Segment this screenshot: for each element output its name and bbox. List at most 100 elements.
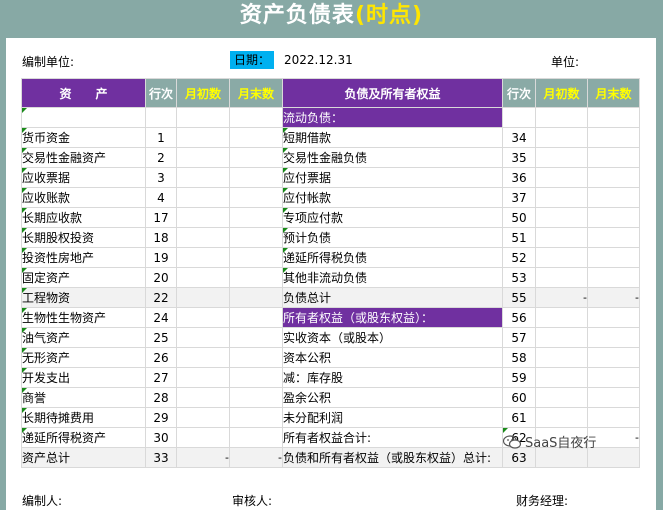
grand-total-label[interactable]: 负债和所有者权益（或股东权益）总计: (282, 447, 503, 468)
asset-name[interactable]: 油气资产 (21, 327, 146, 348)
liab-row-no[interactable]: 61 (502, 407, 536, 428)
liab-name[interactable]: 盈余公积 (282, 387, 503, 408)
liab-end[interactable] (587, 407, 640, 428)
asset-name[interactable]: 无形资产 (21, 347, 146, 368)
liab-row-no[interactable]: 53 (502, 267, 536, 288)
asset-name[interactable]: 投资性房地产 (21, 247, 146, 268)
asset-begin[interactable] (176, 407, 230, 428)
asset-row-no[interactable]: 29 (145, 407, 177, 428)
liab-end[interactable] (587, 167, 640, 188)
asset-end[interactable] (229, 287, 283, 308)
liab-begin[interactable] (535, 247, 588, 268)
asset-name[interactable]: 长期股权投资 (21, 227, 146, 248)
asset-begin[interactable] (176, 307, 230, 328)
liab-begin[interactable] (535, 107, 588, 128)
asset-begin[interactable] (176, 367, 230, 388)
asset-name[interactable]: 工程物资 (21, 287, 146, 308)
asset-end[interactable] (229, 367, 283, 388)
asset-total-begin[interactable]: - (176, 447, 230, 468)
liab-end[interactable] (587, 127, 640, 148)
asset-name[interactable]: 长期待摊费用 (21, 407, 146, 428)
asset-begin[interactable] (176, 227, 230, 248)
asset-end[interactable] (229, 127, 283, 148)
liab-row-no[interactable]: 51 (502, 227, 536, 248)
liab-name[interactable]: 其他非流动负债 (282, 267, 503, 288)
liab-end[interactable] (587, 227, 640, 248)
asset-begin[interactable] (176, 247, 230, 268)
liab-name[interactable]: 实收资本（或股本） (282, 327, 503, 348)
asset-name[interactable]: 递延所得税资产 (21, 427, 146, 448)
liab-begin[interactable] (535, 387, 588, 408)
asset-name[interactable] (21, 107, 146, 128)
asset-end[interactable] (229, 187, 283, 208)
asset-row-no[interactable]: 19 (145, 247, 177, 268)
liab-name[interactable]: 未分配利润 (282, 407, 503, 428)
liab-begin[interactable] (535, 187, 588, 208)
asset-total-label[interactable]: 资产总计 (21, 447, 146, 468)
asset-row-no[interactable]: 2 (145, 147, 177, 168)
liab-end[interactable] (587, 367, 640, 388)
asset-name[interactable]: 固定资产 (21, 267, 146, 288)
asset-begin[interactable] (176, 207, 230, 228)
asset-end[interactable] (229, 267, 283, 288)
asset-begin[interactable] (176, 187, 230, 208)
asset-name[interactable]: 应收票据 (21, 167, 146, 188)
asset-end[interactable] (229, 347, 283, 368)
liab-row-no[interactable] (502, 107, 536, 128)
asset-row-no[interactable]: 27 (145, 367, 177, 388)
liab-name[interactable]: 递延所得税负债 (282, 247, 503, 268)
asset-row-no[interactable]: 18 (145, 227, 177, 248)
liab-begin[interactable] (535, 347, 588, 368)
asset-begin[interactable] (176, 327, 230, 348)
asset-name[interactable]: 商誉 (21, 387, 146, 408)
asset-row-no[interactable]: 30 (145, 427, 177, 448)
liab-row-no[interactable]: 58 (502, 347, 536, 368)
asset-begin[interactable] (176, 127, 230, 148)
asset-begin[interactable] (176, 267, 230, 288)
asset-total-end[interactable]: - (229, 447, 283, 468)
liab-end[interactable] (587, 207, 640, 228)
liab-end[interactable] (587, 107, 640, 128)
liab-name[interactable]: 应付票据 (282, 167, 503, 188)
liab-end[interactable] (587, 307, 640, 328)
asset-row-no[interactable]: 28 (145, 387, 177, 408)
asset-begin[interactable] (176, 167, 230, 188)
liab-row-no[interactable]: 57 (502, 327, 536, 348)
liab-end[interactable] (587, 347, 640, 368)
liab-name[interactable]: 专项应付款 (282, 207, 503, 228)
liab-end[interactable] (587, 187, 640, 208)
asset-name[interactable]: 应收账款 (21, 187, 146, 208)
liab-row-no[interactable]: 34 (502, 127, 536, 148)
asset-end[interactable] (229, 147, 283, 168)
asset-begin[interactable] (176, 147, 230, 168)
asset-begin[interactable] (176, 287, 230, 308)
liab-row-no[interactable]: 37 (502, 187, 536, 208)
asset-end[interactable] (229, 207, 283, 228)
liab-row-no[interactable]: 50 (502, 207, 536, 228)
liab-begin[interactable] (535, 227, 588, 248)
liab-section-current[interactable]: 流动负债： (282, 107, 503, 128)
liab-begin[interactable] (535, 327, 588, 348)
asset-name[interactable]: 货币资金 (21, 127, 146, 148)
liab-end[interactable] (587, 247, 640, 268)
equity-total-label[interactable]: 所有者权益合计: (282, 427, 503, 448)
asset-end[interactable] (229, 107, 283, 128)
asset-row-no[interactable]: 22 (145, 287, 177, 308)
liab-total-begin[interactable]: - (535, 287, 588, 308)
asset-begin[interactable] (176, 347, 230, 368)
liab-name[interactable]: 应付帐款 (282, 187, 503, 208)
liab-end[interactable] (587, 387, 640, 408)
liab-end[interactable] (587, 147, 640, 168)
asset-end[interactable] (229, 307, 283, 328)
liab-name[interactable]: 交易性金融负债 (282, 147, 503, 168)
liab-row-no[interactable]: 59 (502, 367, 536, 388)
liab-row-no[interactable]: 36 (502, 167, 536, 188)
liab-row-no[interactable]: 55 (502, 287, 536, 308)
liab-begin[interactable] (535, 267, 588, 288)
liab-name[interactable]: 减：库存股 (282, 367, 503, 388)
asset-begin[interactable] (176, 107, 230, 128)
liab-name[interactable]: 预计负债 (282, 227, 503, 248)
liab-row-no[interactable]: 35 (502, 147, 536, 168)
asset-begin[interactable] (176, 387, 230, 408)
asset-row-no[interactable]: 1 (145, 127, 177, 148)
